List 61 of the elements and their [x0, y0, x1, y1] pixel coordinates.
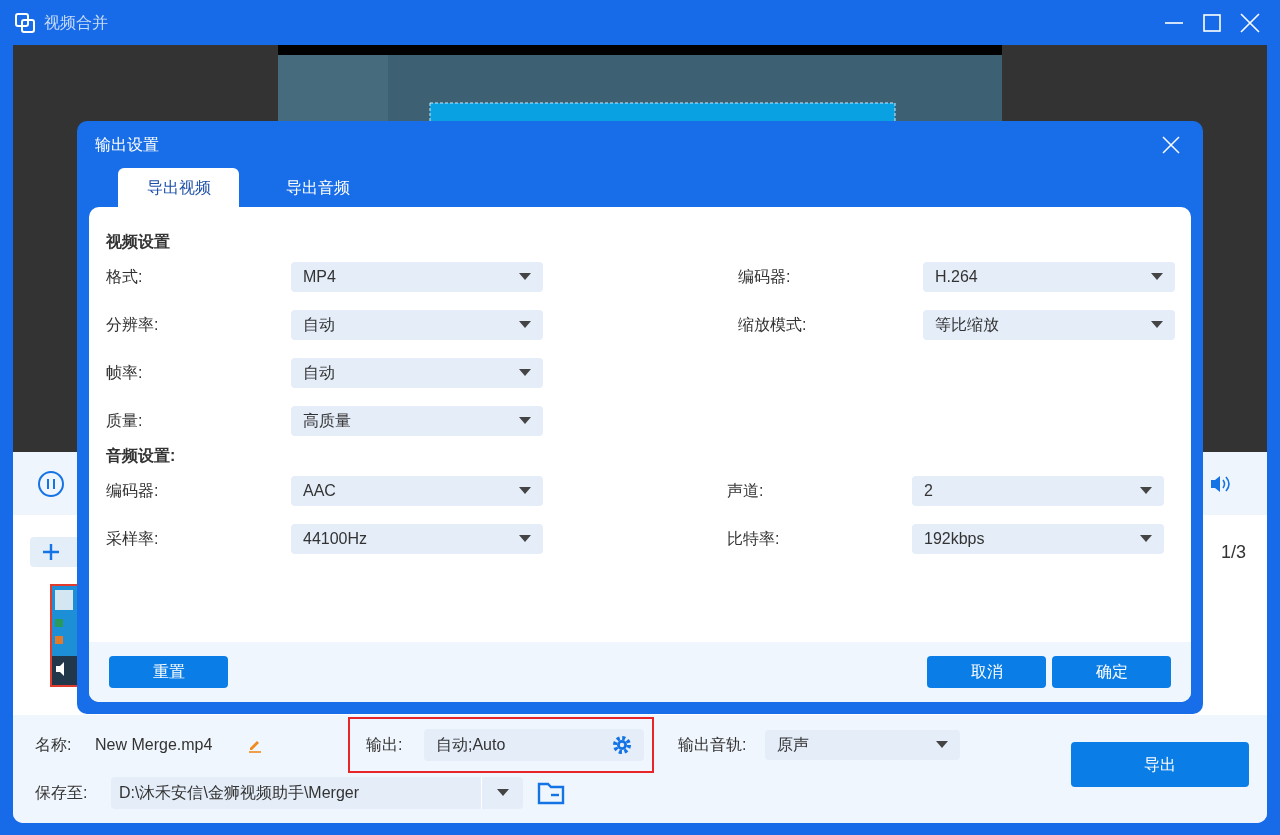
caret-icon	[496, 789, 509, 797]
field-label: 声道:	[727, 481, 765, 501]
field-label: 编码器:	[106, 481, 160, 501]
dialog-title: 输出设置	[95, 134, 159, 155]
tab[interactable]: 导出视频	[118, 168, 239, 207]
field-label: 质量:	[106, 411, 144, 431]
field-label: 格式:	[106, 267, 144, 287]
caret-icon	[519, 487, 531, 495]
caret-icon	[1151, 321, 1163, 329]
ok-button[interactable]: 确定	[1052, 656, 1171, 688]
track-dropdown[interactable]: 原声	[765, 730, 960, 760]
caret-icon	[519, 273, 531, 281]
section-title: 视频设置	[106, 232, 171, 252]
settings-icon[interactable]	[612, 735, 632, 755]
file-name: New Merge.mp4	[95, 735, 214, 755]
caret-icon	[519, 369, 531, 377]
caret-icon	[519, 417, 531, 425]
field-label: 分辨率:	[106, 315, 160, 335]
close-icon[interactable]	[1161, 134, 1181, 155]
volume-icon[interactable]	[1209, 473, 1233, 494]
field-label: 比特率:	[727, 529, 781, 549]
field-label: 帧率:	[106, 363, 144, 383]
caret-icon	[519, 321, 531, 329]
name-label: 名称:	[35, 735, 73, 755]
export-button[interactable]: 导出	[1071, 742, 1249, 787]
select-field[interactable]: AAC	[291, 476, 543, 506]
caret-icon	[519, 535, 531, 543]
caret-icon	[1151, 273, 1163, 281]
select-field[interactable]: 192kbps	[912, 524, 1164, 554]
select-field[interactable]: 自动	[291, 358, 543, 388]
close-icon[interactable]	[1240, 12, 1260, 33]
clip-thumbnail[interactable]	[50, 584, 80, 687]
caret-icon	[1140, 487, 1152, 495]
save-path-field[interactable]: D:\沐禾安信\金狮视频助手\Merger	[111, 777, 523, 809]
caret-icon	[1140, 535, 1152, 543]
field-label: 缩放模式:	[738, 315, 808, 335]
select-field[interactable]: 等比缩放	[923, 310, 1175, 340]
reset-button[interactable]: 重置	[109, 656, 228, 688]
page-counter: 1/3	[1220, 540, 1246, 564]
select-field[interactable]: MP4	[291, 262, 543, 292]
select-field[interactable]: 高质量	[291, 406, 543, 436]
field-label: 编码器:	[738, 267, 792, 287]
select-field[interactable]: 44100Hz	[291, 524, 543, 554]
field-label: 采样率:	[106, 529, 160, 549]
app-logo-icon	[14, 11, 36, 34]
plus-icon	[42, 543, 60, 561]
output-field[interactable]: 自动;Auto	[424, 729, 644, 761]
select-field[interactable]: H.264	[923, 262, 1175, 292]
save-label: 保存至:	[35, 783, 89, 803]
output-label: 输出:	[366, 735, 404, 755]
select-field[interactable]: 自动	[291, 310, 543, 340]
folder-icon[interactable]	[537, 781, 565, 805]
section-title: 音频设置:	[106, 446, 177, 466]
select-field[interactable]: 2	[912, 476, 1164, 506]
caret-icon	[936, 741, 948, 749]
track-label: 输出音轨:	[678, 735, 748, 755]
maximize-icon[interactable]	[1202, 12, 1222, 33]
pause-icon[interactable]	[37, 469, 65, 498]
cancel-button[interactable]: 取消	[927, 656, 1046, 688]
tab[interactable]: 导出音频	[257, 168, 378, 207]
window-title: 视频合并	[44, 12, 108, 33]
